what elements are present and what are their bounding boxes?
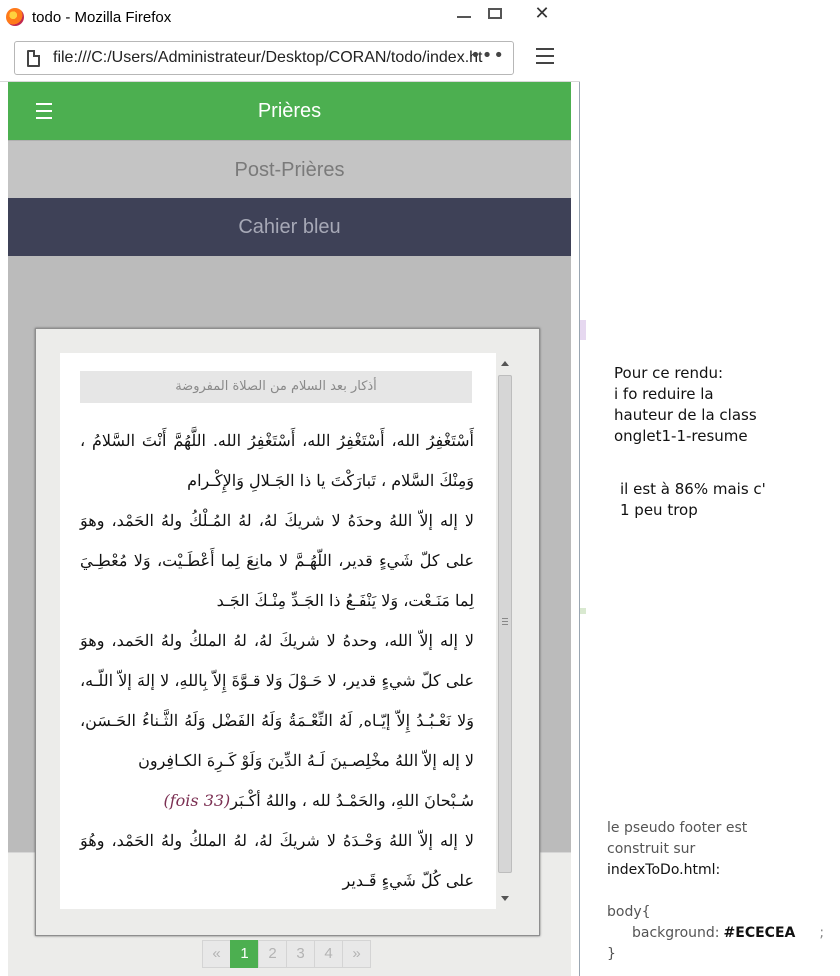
- note-spacer: [607, 881, 832, 902]
- vertical-scrollbar[interactable]: [496, 353, 514, 909]
- dhikr-paragraph: أَسْتَغْفِرُ الله، أَسْتَغْفِرُ الله، أَ…: [80, 431, 474, 490]
- maximize-button[interactable]: [481, 4, 509, 24]
- scroll-down-arrow-icon[interactable]: [501, 896, 509, 901]
- tasbih-paragraph: سُـبْحانَ اللهِ، والحَمْـدُ لله ، واللهُ…: [80, 781, 474, 821]
- browser-window: todo - Mozilla Firefox ✕ file:///C:/User…: [0, 0, 580, 976]
- resume-box: أذكار بعد السلام من الصلاة المفروضة أَسْ…: [35, 328, 540, 936]
- note-line: 1 peu trop: [620, 501, 698, 519]
- browser-menu-button[interactable]: [536, 48, 554, 66]
- section-title: أذكار بعد السلام من الصلاة المفروضة: [80, 371, 472, 403]
- dhikr-paragraph: لا إله إلاّ اللهُ وَحْـدَهُ لا شريكَ لهُ…: [80, 831, 474, 890]
- code-value: #ECECEA: [723, 925, 796, 941]
- resume-panel: أذكار بعد السلام من الصلاة المفروضة أَسْ…: [60, 353, 496, 909]
- close-button[interactable]: ✕: [528, 4, 556, 24]
- dhikr-paragraph: لا إله إلاّ اللهُ وحدَهُ لا شريكَ لهُ، ل…: [80, 511, 474, 610]
- minimize-icon: [457, 16, 471, 18]
- window-title: todo - Mozilla Firefox: [32, 9, 172, 26]
- menu-line: [536, 62, 554, 64]
- note-percentage: il est à 86% mais c' 1 peu trop: [620, 479, 820, 521]
- tab-label: Prières: [257, 100, 322, 122]
- tab-prieres[interactable]: Prières: [8, 82, 571, 140]
- code-line: }: [607, 946, 616, 962]
- tab-label: Cahier bleu: [238, 216, 341, 238]
- code-semicolon: ;: [819, 925, 825, 941]
- code-line: background: #ECECEA;: [607, 923, 832, 944]
- menu-line: [536, 55, 554, 57]
- repeat-count: (33 fois): [163, 791, 231, 810]
- minimize-button[interactable]: [450, 4, 478, 24]
- note-line: hauteur de la class: [614, 406, 757, 424]
- maximize-icon: [488, 8, 502, 19]
- background-smear: [580, 608, 586, 614]
- page-content: Prières Post-Prières Cahier bleu أذكار ب…: [8, 82, 571, 976]
- tasbih-text: سُـبْحانَ اللهِ، والحَمْـدُ لله ، واللهُ…: [230, 791, 474, 810]
- note-line: onglet1-1-resume: [614, 427, 748, 445]
- url-bar[interactable]: file:///C:/Users/Administrateur/Desktop/…: [14, 41, 514, 75]
- tab-cahier-bleu[interactable]: Cahier bleu: [8, 198, 571, 256]
- adhkar-text: أَسْتَغْفِرُ الله، أَسْتَغْفِرُ الله، أَ…: [80, 421, 474, 901]
- note-filename: indexToDo.html:: [607, 862, 721, 878]
- pagination: « 1 2 3 4 »: [202, 940, 371, 968]
- scrollbar-thumb[interactable]: [498, 375, 512, 873]
- background-smear: [580, 320, 586, 340]
- tab-post-prieres[interactable]: Post-Prières: [8, 140, 571, 198]
- note-rendering: Pour ce rendu: i fo reduire la hauteur d…: [614, 363, 814, 447]
- page-icon: [27, 50, 40, 67]
- note-line: Pour ce rendu:: [614, 364, 724, 382]
- title-bar: todo - Mozilla Firefox ✕: [0, 0, 580, 36]
- navigation-bar: file:///C:/Users/Administrateur/Desktop/…: [0, 36, 580, 82]
- pagination-page-1[interactable]: 1: [230, 940, 259, 968]
- tab-label: Post-Prières: [234, 159, 345, 181]
- note-line: il est à 86% mais c': [620, 480, 766, 498]
- code-property: background:: [632, 925, 720, 941]
- note-line: le pseudo footer est: [607, 820, 748, 836]
- scroll-up-arrow-icon[interactable]: [501, 361, 509, 366]
- note-line: construit sur: [607, 841, 696, 857]
- pagination-prev[interactable]: «: [202, 940, 231, 968]
- code-line: body{: [607, 904, 651, 920]
- menu-line: [536, 48, 554, 50]
- close-icon: ✕: [534, 3, 550, 24]
- pagination-page-2[interactable]: 2: [258, 940, 287, 968]
- note-line: i fo reduire la: [614, 385, 714, 403]
- url-text[interactable]: file:///C:/Users/Administrateur/Desktop/…: [53, 49, 483, 67]
- note-footer-code: le pseudo footer est construit sur index…: [607, 818, 832, 965]
- pagination-page-3[interactable]: 3: [286, 940, 315, 968]
- pagination-page-4[interactable]: 4: [314, 940, 343, 968]
- pagination-next[interactable]: »: [342, 940, 371, 968]
- dhikr-paragraph: لا إله إلاّ الله، وحدهُ لا شريكَ لهُ، له…: [80, 631, 475, 770]
- firefox-logo-icon: [6, 8, 24, 26]
- grip-icon: [502, 618, 508, 627]
- page-actions-button[interactable]: •••: [470, 45, 505, 66]
